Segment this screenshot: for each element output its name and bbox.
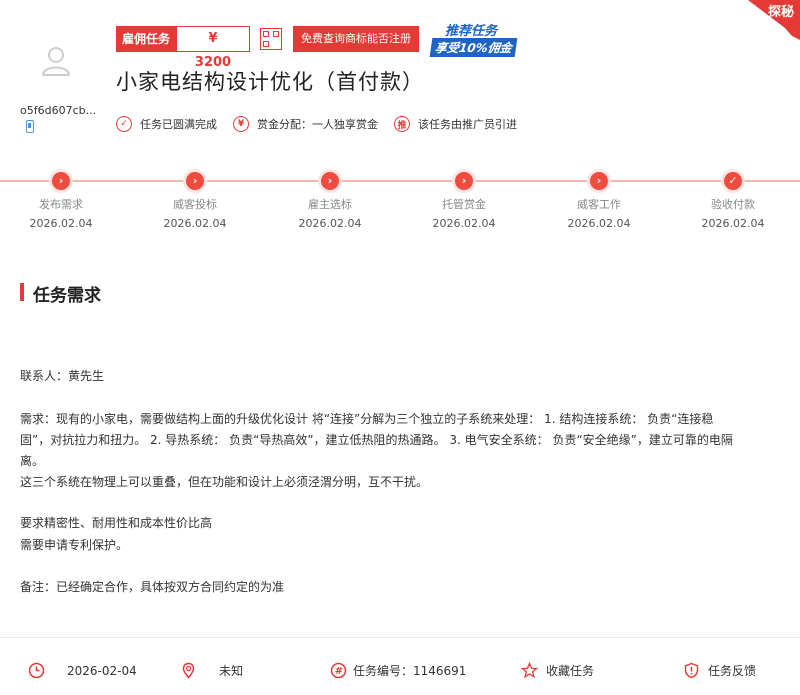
- step-name: 托管赏金: [442, 198, 486, 211]
- step-name: 威客投标: [173, 198, 217, 211]
- promo-line1: 推荐任务: [445, 24, 498, 39]
- step-date: 2026.02.04: [163, 217, 227, 230]
- demand-line: 固”，对抗拉力和扭力。 2. 导热系统： 负责“导热高效”，建立低热阻的热通路。…: [20, 433, 733, 447]
- user-id[interactable]: o5f6d607cb...: [20, 104, 96, 117]
- note-line: 备注：已经确定合作，具体按双方合同约定的为准: [20, 580, 285, 594]
- step-date: 2026.02.04: [432, 217, 496, 230]
- section-title: 任务需求: [33, 286, 101, 306]
- star-icon: [521, 662, 538, 679]
- step-accept: ✓ 验收付款 2026.02.04: [693, 172, 773, 230]
- footer-divider: [0, 637, 800, 638]
- task-info-row: ✓ 任务已圆满完成 ¥ 赏金分配：一人独享赏金 推 该任务由推广员引进: [116, 116, 533, 132]
- feedback-button-label: 任务反馈: [708, 664, 757, 678]
- step-work: › 威客工作 2026.02.04: [559, 172, 639, 230]
- qr-code-icon[interactable]: [260, 28, 283, 50]
- step-bid: › 威客投标 2026.02.04: [155, 172, 235, 230]
- step-check-icon: ✓: [724, 172, 742, 190]
- promoter-text: 该任务由推广员引进: [418, 118, 517, 131]
- footer-date: 2026-02-04: [28, 662, 137, 679]
- promoter-info: 推 该任务由推广员引进: [394, 116, 517, 132]
- yen-circle-icon: ¥: [233, 116, 249, 132]
- step-date: 2026.02.04: [701, 217, 765, 230]
- trademark-check-button[interactable]: 免费查询商标能否注册: [293, 26, 420, 52]
- corner-badge-text: 探秘: [768, 4, 794, 20]
- step-name: 发布需求: [39, 198, 83, 211]
- step-date: 2026.02.04: [29, 217, 93, 230]
- feedback-button[interactable]: 任务反馈: [683, 662, 756, 679]
- reward-distribution-text: 赏金分配：一人独享赏金: [257, 118, 378, 131]
- task-tag-row: 雇佣任务 ¥ 3200 免费查询商标能否注册 推荐任务 享受10%佣金: [116, 24, 535, 70]
- corner-badge: 探秘: [748, 0, 800, 40]
- clock-icon: [28, 662, 45, 679]
- footer-location-text: 未知: [219, 664, 244, 678]
- step-select: › 雇主选标 2026.02.04: [290, 172, 370, 230]
- step-arrow-icon: ›: [321, 172, 339, 190]
- progress-line: [0, 180, 800, 182]
- promo-line2: 享受10%佣金: [429, 38, 518, 57]
- footer-date-text: 2026-02-04: [67, 663, 137, 678]
- demand-line: 需求：现有的小家电，需要做结构上面的升级优化设计 将“连接”分解为三个独立的子系…: [20, 412, 714, 426]
- section-accent-bar: [20, 283, 24, 301]
- task-type-label: 雇佣任务: [116, 26, 177, 52]
- promoter-icon: 推: [394, 116, 410, 132]
- step-arrow-icon: ›: [186, 172, 204, 190]
- hash-icon: #: [330, 662, 347, 679]
- footer-location: 未知: [180, 662, 243, 679]
- footer-task-number: # 任务编号：1146691: [330, 662, 466, 679]
- step-name: 威客工作: [577, 198, 621, 211]
- task-status-text: 任务已圆满完成: [140, 118, 217, 131]
- promo-banner[interactable]: 推荐任务 享受10%佣金: [429, 22, 535, 57]
- reward-distribution: ¥ 赏金分配：一人独享赏金: [233, 116, 378, 132]
- demand-line: 这三个系统在物理上可以重叠，但在功能和设计上必须泾渭分明，互不干扰。: [20, 475, 429, 489]
- step-name: 雇主选标: [308, 198, 352, 211]
- step-publish: › 发布需求 2026.02.04: [21, 172, 101, 230]
- task-status: ✓ 任务已圆满完成: [116, 116, 217, 132]
- shield-alert-icon: [684, 662, 699, 679]
- requirement-line: 要求精密性、耐用性和成本性价比高: [20, 516, 213, 530]
- favorite-button-label: 收藏任务: [546, 664, 595, 678]
- phone-verified-icon: [26, 120, 34, 133]
- svg-text:#: #: [335, 666, 343, 677]
- demand-line: 离。: [20, 454, 45, 468]
- step-arrow-icon: ›: [52, 172, 70, 190]
- favorite-button[interactable]: 收藏任务: [521, 662, 594, 679]
- step-arrow-icon: ›: [590, 172, 608, 190]
- requirement-line: 需要申请专利保护。: [20, 538, 129, 552]
- check-circle-icon: ✓: [116, 116, 132, 132]
- task-price: ¥ 3200: [176, 26, 251, 70]
- step-escrow: › 托管赏金 2026.02.04: [424, 172, 504, 230]
- step-arrow-icon: ›: [455, 172, 473, 190]
- task-title: 小家电结构设计优化（首付款）: [116, 70, 424, 94]
- step-name: 验收付款: [711, 198, 755, 211]
- location-pin-icon: [182, 662, 195, 679]
- step-date: 2026.02.04: [298, 217, 362, 230]
- user-avatar-icon: [41, 47, 71, 76]
- contact-line: 联系人：黄先生: [20, 369, 105, 383]
- step-date: 2026.02.04: [567, 217, 631, 230]
- footer-task-number-text: 任务编号：1146691: [353, 664, 467, 678]
